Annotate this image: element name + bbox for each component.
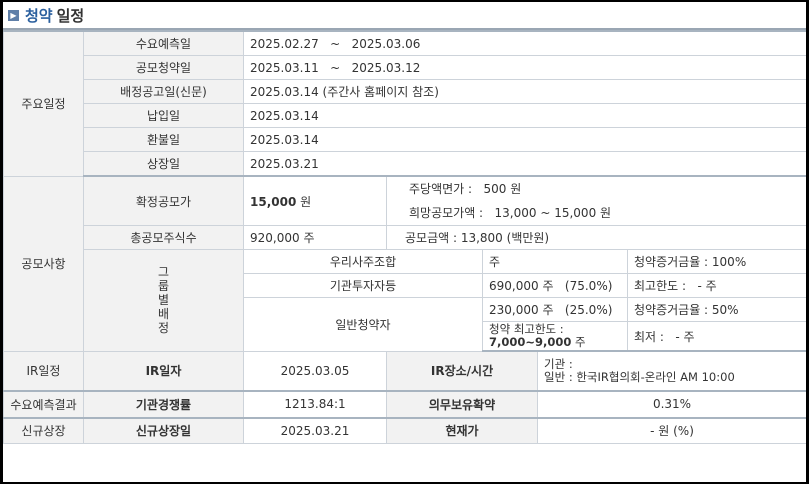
ir-place-label: IR장소/시간: [386, 350, 538, 392]
final-price-number: 15,000: [250, 194, 297, 209]
retail-min: 최저 : - 주: [627, 321, 806, 352]
table-row: 주요일정 수요예측일 2025.02.27 ~ 2025.03.06: [3, 30, 806, 177]
retail-note: 청약증거금율 : 50%: [627, 297, 806, 322]
table-row: 공모청약일 2025.03.11 ~ 2025.03.12: [4, 55, 806, 80]
total-amount: 공모금액 : 13,800 (백만원): [386, 225, 806, 250]
retail-shares: 230,000 주 (25.0%): [482, 297, 628, 322]
row-label: 배정공고일(신문): [83, 79, 244, 104]
section-label-offering: 공모사항: [3, 175, 84, 352]
retail-limit-unit: 주: [571, 335, 586, 349]
ir-place-line2: 일반 : 한국IR협의회-온라인 AM 10:00: [544, 369, 735, 384]
row-value: 2025.03.14 (주간사 홈페이지 참조): [243, 79, 806, 104]
listing-date-value: 2025.03.21: [243, 417, 387, 444]
title-highlight: 청약: [25, 6, 53, 25]
total-shares-label: 총공모주식수: [83, 225, 244, 250]
listing-date-label: 신규상장일: [83, 417, 244, 444]
retail-label: 일반청약자: [243, 297, 483, 352]
table-row: 납입일 2025.03.14: [4, 103, 806, 128]
table-row: IR일정 IR일자 2025.03.05 IR장소/시간 기관 : 일반 : 한…: [3, 350, 806, 392]
institutions-note: 최고한도 : - 주: [627, 273, 806, 298]
final-price-unit: 원: [296, 194, 312, 209]
employees-label: 우리사주조합: [243, 249, 483, 274]
lockup-value: 0.31%: [537, 390, 806, 419]
retail-limit: 청약 최고한도 : 7,000~9,000 주: [482, 321, 628, 352]
arrow-right-icon: ▶: [8, 9, 19, 21]
retail-limit-value: 7,000~9,000: [489, 335, 572, 349]
group-label-char: 정: [157, 321, 170, 336]
price-details: 주당액면가 : 500 원 희망공모가액 : 13,000 ~ 15,000 원: [386, 175, 806, 226]
ir-date-value: 2025.03.05: [243, 350, 387, 392]
title-rest: 일정: [56, 6, 85, 25]
employees-note: 청약증거금율 : 100%: [627, 249, 806, 274]
table-row: 수요예측결과 기관경쟁률 1213.84:1 의무보유확약 0.31%: [3, 390, 806, 419]
par-value: 주당액면가 : 500 원: [409, 182, 522, 196]
group-label-char: 별: [157, 293, 170, 308]
final-price-value: 15,000 원: [243, 175, 387, 226]
row-label: 납입일: [83, 103, 244, 128]
group-allocation-label: 그 룹 별 배 정: [83, 249, 244, 352]
table-row: 공모사항 확정공모가 15,000 원 주당액면가 : 500 원 희망공모가액…: [3, 175, 806, 352]
section-label-demand: 수요예측결과: [3, 390, 84, 419]
section-label-schedule: 주요일정: [3, 30, 84, 177]
row-value: 2025.02.27 ~ 2025.03.06: [243, 30, 806, 56]
row-value: 2025.03.14: [243, 127, 806, 152]
group-label-char: 룹: [157, 279, 170, 294]
row-value: 2025.03.14: [243, 103, 806, 128]
row-label: 수요예측일: [83, 30, 244, 56]
panel-title: ▶ 청약 일정: [3, 2, 806, 30]
row-value: 2025.03.11 ~ 2025.03.12: [243, 55, 806, 80]
ipo-schedule-panel: ▶ 청약 일정 주요일정 수요예측일 2025.02.27 ~ 2025.03.…: [3, 2, 806, 482]
current-price-value: - 원 (%): [537, 417, 806, 444]
final-price-label: 확정공모가: [83, 175, 244, 226]
section-label-listing: 신규상장: [3, 417, 84, 444]
hope-price: 희망공모가액 : 13,000 ~ 15,000 원: [409, 206, 612, 220]
employees-shares: 주: [482, 249, 628, 274]
current-price-label: 현재가: [386, 417, 538, 444]
table-row: 그 룹 별 배 정 우리사주조합 주 청약증거금율 : 100%: [4, 249, 806, 352]
table-row: 배정공고일(신문) 2025.03.14 (주간사 홈페이지 참조): [4, 79, 806, 104]
demand-rate-value: 1213.84:1: [243, 390, 387, 419]
table-row: 신규상장 신규상장일 2025.03.21 현재가 - 원 (%): [3, 417, 806, 444]
row-value: 2025.03.21: [243, 151, 806, 177]
institutions-label: 기관투자자등: [243, 273, 483, 298]
table-row: 총공모주식수 920,000 주 공모금액 : 13,800 (백만원): [4, 225, 806, 250]
schedule-table: 주요일정 수요예측일 2025.02.27 ~ 2025.03.06 공모청약일…: [3, 30, 806, 444]
ir-place-value: 기관 : 일반 : 한국IR협의회-온라인 AM 10:00: [537, 350, 806, 392]
section-label-ir: IR일정: [3, 350, 84, 392]
table-row: 환불일 2025.03.14: [4, 127, 806, 152]
ir-date-label: IR일자: [83, 350, 244, 392]
ir-place-line1: 기관 :: [544, 356, 573, 371]
demand-rate-label: 기관경쟁률: [83, 390, 244, 419]
total-shares-value: 920,000 주: [243, 225, 387, 250]
group-label-char: 그: [157, 265, 170, 280]
institutions-shares: 690,000 주 (75.0%): [482, 273, 628, 298]
row-label: 공모청약일: [83, 55, 244, 80]
table-row: 상장일 2025.03.21: [4, 151, 806, 177]
row-label: 상장일: [83, 151, 244, 177]
lockup-label: 의무보유확약: [386, 390, 538, 419]
group-label-char: 배: [157, 307, 170, 322]
row-label: 환불일: [83, 127, 244, 152]
